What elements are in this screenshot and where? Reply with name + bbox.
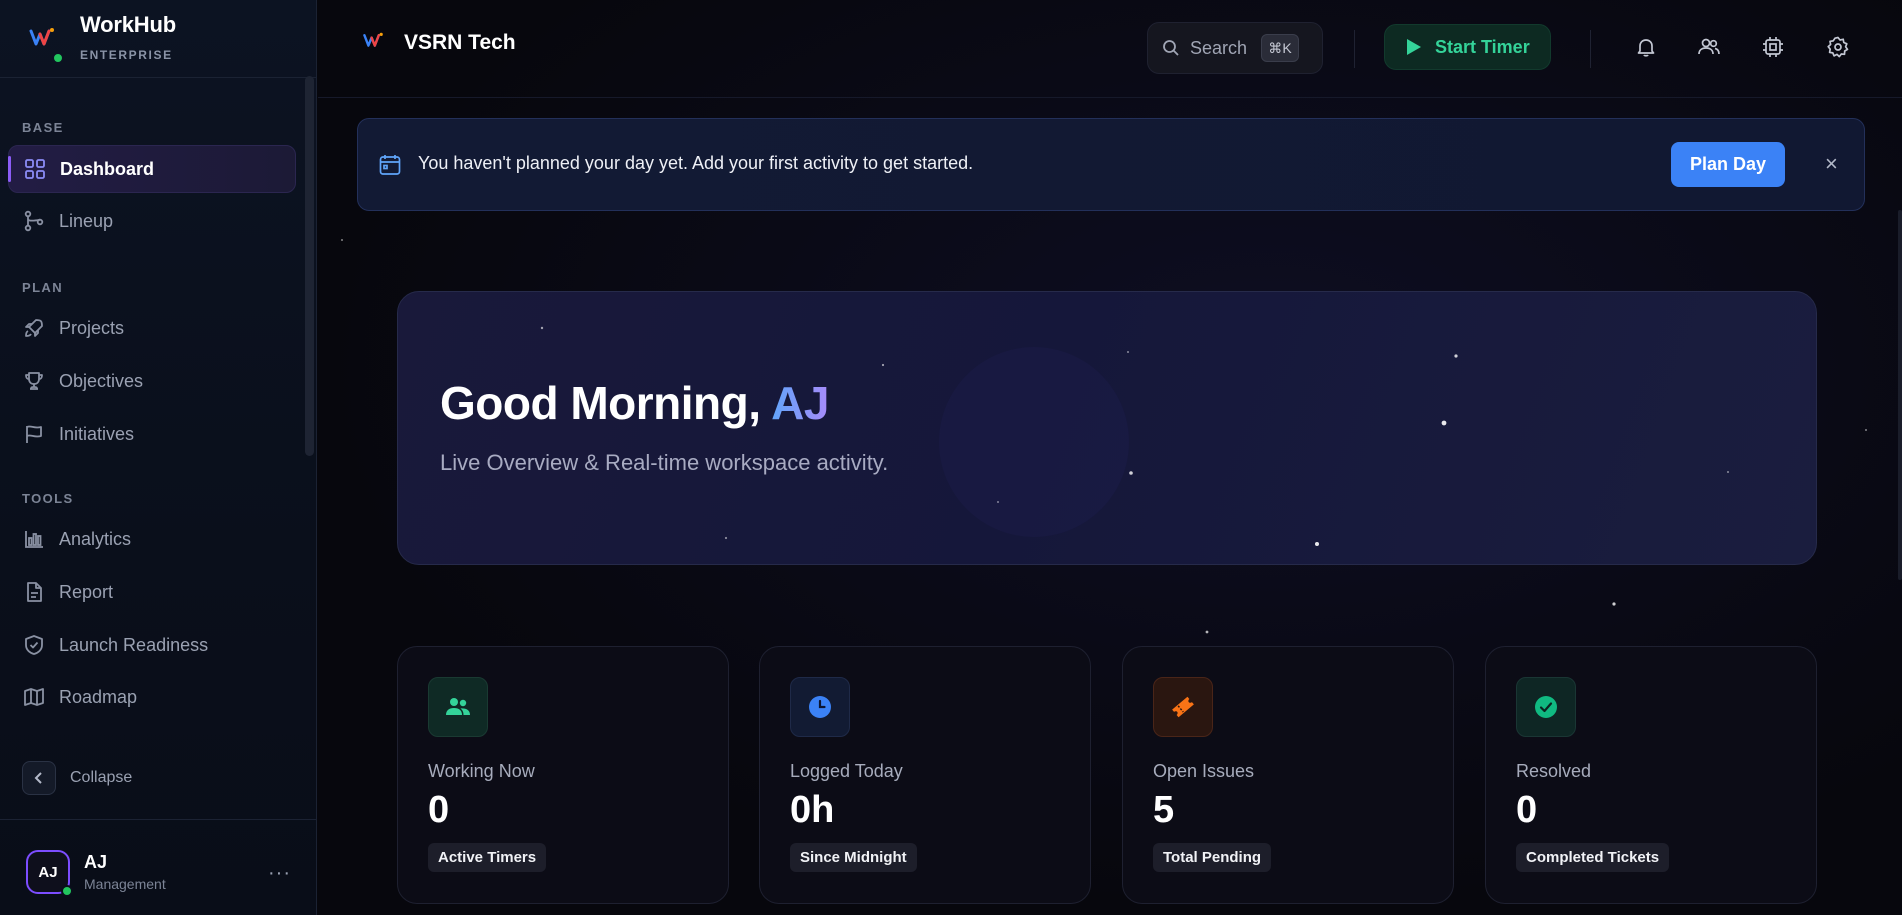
stat-value: 0 — [1516, 789, 1538, 831]
stat-label: Working Now — [428, 761, 535, 781]
close-icon[interactable]: × — [1825, 151, 1838, 177]
sidebar-item-label: Initiatives — [59, 423, 135, 444]
grid-icon — [23, 157, 47, 181]
sidebar-scrollbar[interactable] — [305, 76, 314, 456]
stat-label: Logged Today — [790, 761, 903, 781]
sidebar-item-label: Launch Readiness — [59, 634, 209, 655]
avatar: AJ — [26, 850, 73, 897]
workspace-name: VSRN Tech — [404, 30, 516, 54]
sidebar-item-initiatives[interactable]: Initiatives — [8, 410, 296, 458]
sidebar-item-label: Analytics — [59, 528, 132, 549]
sidebar-item-launch-readiness[interactable]: Launch Readiness — [8, 621, 296, 669]
section-label-tools: TOOLS — [22, 491, 74, 506]
stat-badge: Active Timers — [428, 843, 547, 872]
main-content: VSRN Tech Search ⌘K Start Timer You have… — [318, 0, 1902, 915]
avatar-initials: AJ — [38, 863, 58, 881]
stat-card-working-now[interactable]: Working Now 0 Active Timers — [397, 646, 729, 904]
bar-chart-icon — [22, 527, 46, 551]
greeting-text: Good Morning, — [440, 377, 772, 429]
git-branch-icon — [22, 209, 46, 233]
trophy-icon — [22, 369, 46, 393]
flag-icon — [22, 422, 46, 446]
clock-icon — [790, 677, 850, 737]
banner-message: You haven't planned your day yet. Add yo… — [418, 153, 974, 173]
collapse-label: Collapse — [70, 769, 133, 786]
user-name: AJ — [84, 852, 108, 872]
stat-card-resolved[interactable]: Resolved 0 Completed Tickets — [1485, 646, 1817, 904]
bell-icon[interactable] — [1632, 33, 1660, 61]
user-role: Management — [84, 876, 166, 892]
sidebar-item-dashboard[interactable]: Dashboard — [8, 145, 296, 193]
collapse-button[interactable]: Collapse — [22, 761, 132, 795]
play-icon — [1407, 39, 1421, 55]
online-status-dot — [52, 52, 64, 64]
sidebar-item-report[interactable]: Report — [8, 568, 296, 616]
shield-check-icon — [22, 633, 46, 657]
greeting-subtitle: Live Overview & Real-time workspace acti… — [440, 450, 889, 475]
stat-value: 5 — [1153, 789, 1175, 831]
sidebar-item-label: Lineup — [59, 210, 114, 231]
sidebar-item-projects[interactable]: Projects — [8, 304, 296, 352]
map-icon — [22, 685, 46, 709]
stat-card-open-issues[interactable]: Open Issues 5 Total Pending — [1122, 646, 1454, 904]
online-status-dot — [61, 885, 73, 897]
rocket-icon — [22, 316, 46, 340]
greeting-user-name: AJ — [771, 377, 829, 429]
sidebar-divider — [0, 77, 316, 78]
chevron-left-icon — [22, 761, 56, 795]
section-label-base: BASE — [22, 120, 64, 135]
sidebar-item-roadmap[interactable]: Roadmap — [8, 673, 296, 721]
check-circle-icon — [1516, 677, 1576, 737]
plan-day-button[interactable]: Plan Day — [1671, 142, 1785, 187]
more-options-icon[interactable]: ··· — [268, 862, 291, 885]
ticket-icon — [1153, 677, 1213, 737]
workspace-logo-icon — [362, 28, 386, 57]
stat-card-logged-today[interactable]: Logged Today 0h Since Midnight — [759, 646, 1091, 904]
brand-name: WorkHub — [80, 12, 176, 37]
search-button[interactable]: Search ⌘K — [1147, 22, 1323, 74]
workhub-logo-icon — [28, 22, 64, 64]
calendar-icon — [378, 153, 402, 182]
top-bar: VSRN Tech Search ⌘K Start Timer — [318, 0, 1902, 98]
stat-badge: Since Midnight — [790, 843, 917, 872]
gear-icon[interactable] — [1824, 33, 1852, 61]
stat-value: 0h — [790, 789, 835, 831]
brand[interactable]: WorkHub ENTERPRISE — [28, 10, 176, 68]
section-label-plan: PLAN — [22, 280, 63, 295]
search-shortcut: ⌘K — [1261, 34, 1300, 62]
sidebar-item-analytics[interactable]: Analytics — [8, 515, 296, 563]
divider — [1590, 30, 1591, 68]
sidebar-item-label: Dashboard — [60, 158, 155, 179]
plan-day-banner: You haven't planned your day yet. Add yo… — [357, 118, 1865, 211]
sidebar-item-label: Roadmap — [59, 686, 138, 707]
sidebar-item-label: Objectives — [59, 370, 144, 391]
start-timer-button[interactable]: Start Timer — [1384, 24, 1551, 70]
user-divider — [0, 819, 316, 820]
stat-badge: Completed Tickets — [1516, 843, 1670, 872]
greeting-title: Good Morning, AJ — [440, 376, 829, 430]
workspace-switcher[interactable]: VSRN Tech — [362, 28, 516, 57]
sidebar: WorkHub ENTERPRISE BASE Dashboard Lineup… — [0, 0, 317, 915]
stat-value: 0 — [428, 789, 450, 831]
team-icon[interactable] — [1695, 33, 1723, 61]
sidebar-item-label: Report — [59, 581, 114, 602]
document-icon — [22, 580, 46, 604]
greeting-hero: Good Morning, AJ Live Overview & Real-ti… — [397, 291, 1817, 565]
search-label: Search — [1190, 37, 1248, 58]
search-icon — [1162, 39, 1180, 57]
divider — [1354, 30, 1355, 68]
stat-badge: Total Pending — [1153, 843, 1272, 872]
sidebar-item-label: Projects — [59, 317, 125, 338]
stat-label: Resolved — [1516, 761, 1592, 781]
brand-tier: ENTERPRISE — [80, 48, 173, 62]
stat-label: Open Issues — [1153, 761, 1255, 781]
main-scrollbar[interactable] — [1898, 210, 1902, 580]
chip-icon[interactable] — [1759, 33, 1787, 61]
user-profile[interactable]: AJ AJ Management — [26, 850, 166, 897]
start-timer-label: Start Timer — [1435, 36, 1530, 57]
users-icon — [428, 677, 488, 737]
sidebar-item-objectives[interactable]: Objectives — [8, 357, 296, 405]
sidebar-item-lineup[interactable]: Lineup — [8, 197, 296, 245]
